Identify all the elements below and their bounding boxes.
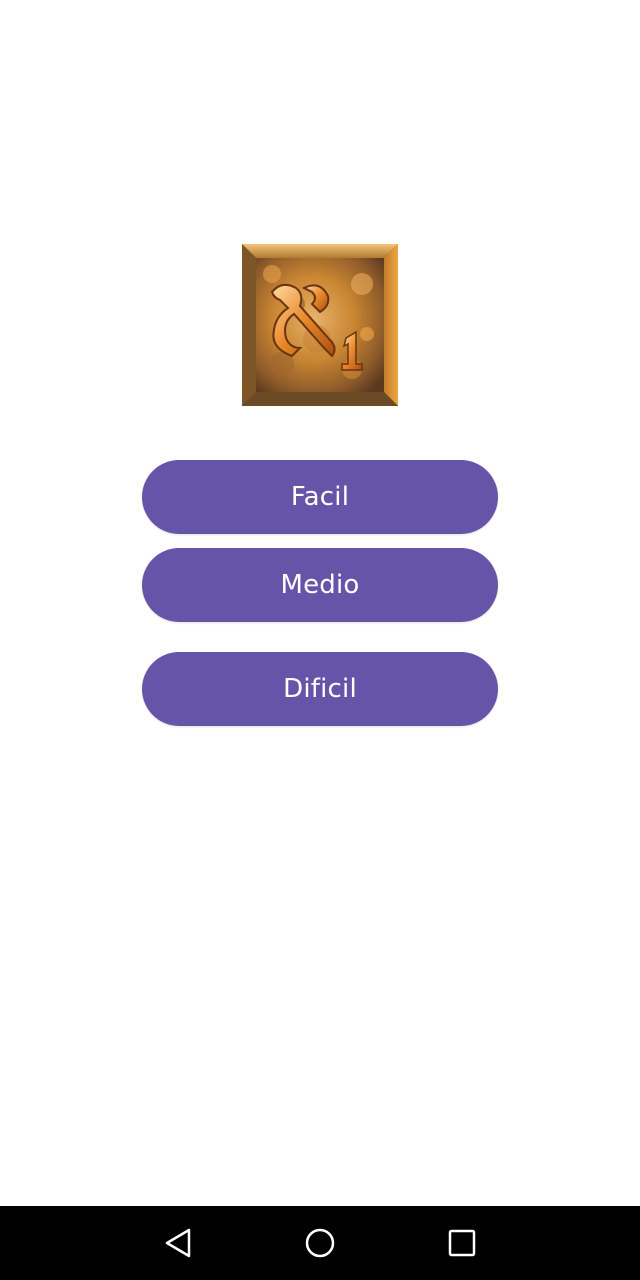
back-button[interactable] — [154, 1220, 202, 1266]
recents-square-icon — [448, 1229, 476, 1257]
recents-button[interactable] — [438, 1220, 486, 1266]
game-tile-logo-icon — [242, 244, 398, 406]
back-triangle-icon — [165, 1228, 191, 1258]
medium-level-button[interactable]: Medio — [142, 548, 498, 622]
hard-level-button[interactable]: Dificil — [142, 652, 498, 726]
hard-level-label: Dificil — [283, 674, 357, 704]
easy-level-label: Facil — [290, 482, 350, 512]
easy-level-button[interactable]: Facil — [142, 460, 498, 534]
system-navigation-bar — [0, 1206, 640, 1280]
medium-level-label: Medio — [280, 570, 360, 600]
level-select-screen: Facil Medio Dificil — [0, 0, 640, 1280]
home-circle-icon — [305, 1228, 335, 1258]
app-logo — [242, 244, 398, 406]
home-button[interactable] — [296, 1220, 344, 1266]
